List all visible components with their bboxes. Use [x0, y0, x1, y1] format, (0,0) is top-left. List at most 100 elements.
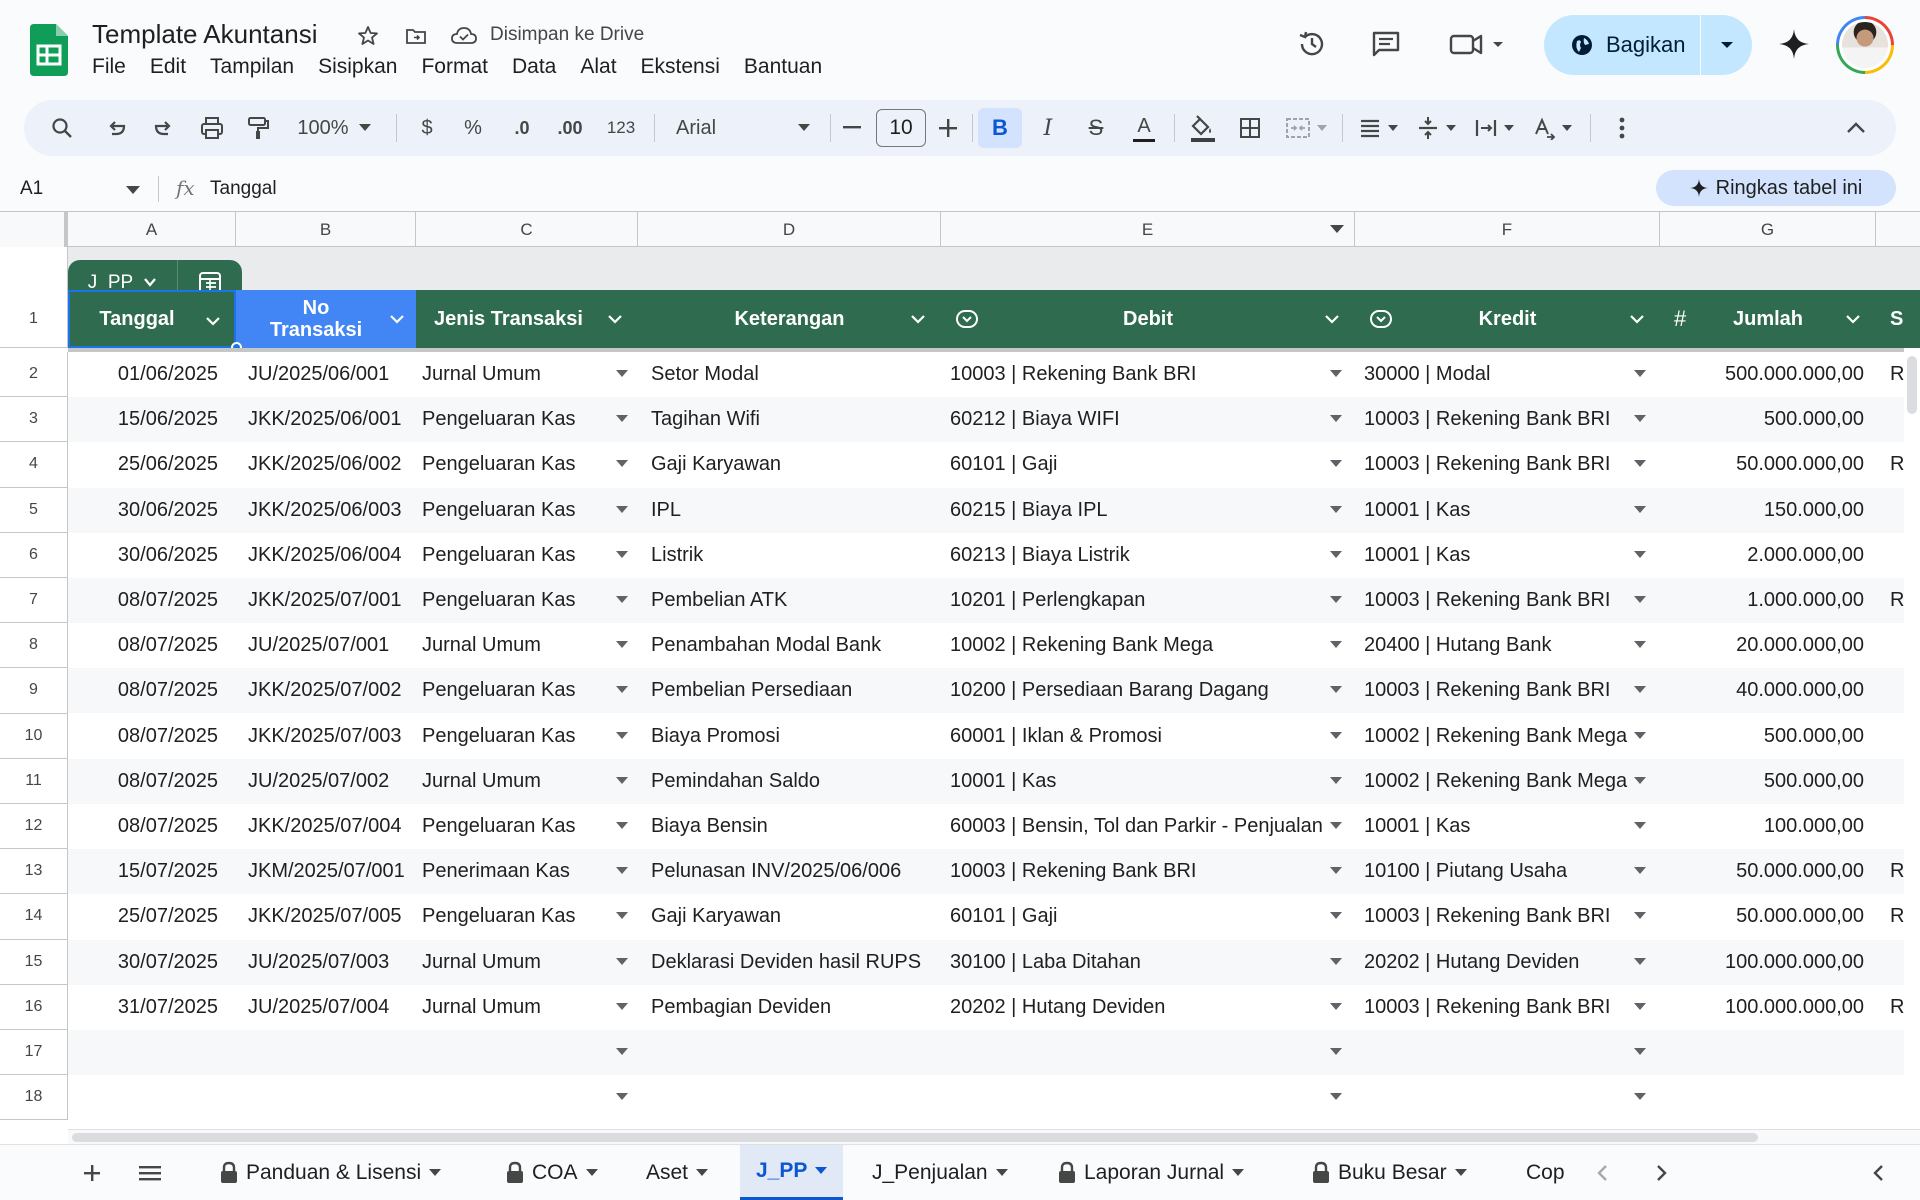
cell-no[interactable]: JKM/2025/07/001 [236, 849, 416, 894]
gemini-sparkle-icon[interactable] [1774, 24, 1814, 64]
row-header[interactable]: 3 [0, 397, 68, 443]
search-menus-icon[interactable] [42, 108, 82, 148]
cell-no[interactable]: JKK/2025/07/003 [236, 714, 416, 759]
cell-debit[interactable]: 10002 | Rekening Bank Mega [941, 623, 1355, 668]
cell-jumlah[interactable]: 20.000.000,00 [1660, 623, 1864, 668]
cell-no[interactable] [236, 1030, 416, 1075]
dropdown-arrow-icon[interactable] [1634, 1048, 1646, 1056]
cell-kredit[interactable]: 10002 | Rekening Bank Mega [1355, 714, 1660, 759]
cell-kredit[interactable] [1355, 1030, 1660, 1075]
cell-debit[interactable]: 60213 | Biaya Listrik [941, 533, 1355, 578]
fill-color-icon[interactable] [1180, 108, 1224, 148]
filter-chevron-icon[interactable] [1844, 310, 1862, 328]
font-size-decrease-icon[interactable] [836, 108, 868, 148]
cell-tgl[interactable]: 08/07/2025 [68, 714, 228, 759]
column-header-b[interactable]: B [236, 212, 416, 247]
cell-ket[interactable]: IPL [638, 488, 941, 533]
cell-jenis[interactable]: Jurnal Umum [416, 759, 638, 804]
menu-file[interactable]: File [92, 55, 138, 79]
cell-ket[interactable]: Listrik [638, 533, 941, 578]
dropdown-arrow-icon[interactable] [616, 641, 628, 649]
dropdown-arrow-icon[interactable] [1634, 460, 1646, 468]
row-header[interactable]: 9 [0, 668, 68, 714]
cell-no[interactable]: JU/2025/07/004 [236, 985, 416, 1030]
cell-debit[interactable]: 60215 | Biaya IPL [941, 488, 1355, 533]
menu-insert[interactable]: Sisipkan [318, 55, 409, 79]
cell-no[interactable]: JKK/2025/06/002 [236, 442, 416, 487]
zoom-select[interactable]: 100% [286, 108, 382, 148]
cell-jenis[interactable]: Pengeluaran Kas [416, 488, 638, 533]
vertical-align-icon[interactable] [1408, 108, 1464, 148]
currency-format-button[interactable]: $ [410, 108, 444, 148]
cell-debit[interactable]: 60101 | Gaji [941, 442, 1355, 487]
dropdown-arrow-icon[interactable] [616, 505, 628, 514]
dropdown-arrow-icon[interactable] [1634, 1002, 1646, 1011]
cell-jumlah[interactable]: 50.000.000,00 [1660, 894, 1864, 939]
dropdown-arrow-icon[interactable] [1634, 1093, 1646, 1101]
cell-jenis[interactable]: Pengeluaran Kas [416, 894, 638, 939]
header-jumlah[interactable]: # Jumlah [1660, 290, 1876, 348]
cell-jenis[interactable]: Pengeluaran Kas [416, 442, 638, 487]
menu-help[interactable]: Bantuan [744, 55, 834, 79]
add-sheet-icon[interactable] [74, 1155, 110, 1191]
move-folder-icon[interactable] [402, 22, 430, 50]
cell-jumlah[interactable]: 500.000,00 [1660, 397, 1864, 442]
undo-icon[interactable] [96, 108, 136, 148]
cell-ket[interactable]: Pelunasan INV/2025/06/006 [638, 849, 941, 894]
more-options-icon[interactable] [1604, 108, 1640, 148]
dropdown-arrow-icon[interactable] [616, 370, 628, 378]
sheet-tab[interactable]: Cop [1510, 1145, 1570, 1200]
dropdown-arrow-icon[interactable] [1634, 370, 1646, 378]
dropdown-arrow-icon[interactable] [1330, 596, 1342, 604]
dropdown-arrow-icon[interactable] [1330, 686, 1342, 694]
scroll-tabs-left-icon[interactable] [1584, 1155, 1620, 1191]
dropdown-arrow-icon[interactable] [1330, 776, 1342, 785]
cell-ket[interactable]: Gaji Karyawan [638, 894, 941, 939]
cell-no[interactable]: JKK/2025/06/001 [236, 397, 416, 442]
cell-ket[interactable]: Penambahan Modal Bank [638, 623, 941, 668]
summarize-table-button[interactable]: Ringkas tabel ini [1656, 170, 1896, 206]
font-size-input[interactable]: 10 [876, 109, 926, 147]
dropdown-arrow-icon[interactable] [1634, 550, 1646, 559]
dropdown-arrow-icon[interactable] [1330, 731, 1342, 740]
horizontal-scroll-thumb[interactable] [72, 1133, 1758, 1142]
cell-no[interactable]: JU/2025/07/001 [236, 623, 416, 668]
cell-tgl[interactable]: 31/07/2025 [68, 985, 228, 1030]
row-header[interactable]: 8 [0, 623, 68, 669]
cell-jumlah[interactable]: 2.000.000,00 [1660, 533, 1864, 578]
column-header-g[interactable]: G [1660, 212, 1876, 247]
all-sheets-icon[interactable] [132, 1155, 168, 1191]
row-header[interactable]: 13 [0, 849, 68, 895]
sheets-logo-icon[interactable] [30, 24, 68, 76]
row-header[interactable]: 12 [0, 804, 68, 850]
dropdown-arrow-icon[interactable] [1634, 867, 1646, 875]
comments-icon[interactable] [1366, 24, 1406, 64]
cell-no[interactable]: JKK/2025/07/001 [236, 578, 416, 623]
row-header[interactable]: 10 [0, 713, 68, 759]
cell-jumlah[interactable]: 100.000.000,00 [1660, 985, 1864, 1030]
cell-jumlah[interactable] [1660, 1030, 1864, 1075]
header-tanggal[interactable]: Tanggal [68, 290, 236, 348]
cell-tgl[interactable]: 08/07/2025 [68, 578, 228, 623]
cell-jenis[interactable]: Pengeluaran Kas [416, 804, 638, 849]
cell-kredit[interactable]: 10002 | Rekening Bank Mega [1355, 759, 1660, 804]
formula-input[interactable]: Tanggal [210, 178, 277, 200]
dropdown-arrow-icon[interactable] [616, 731, 628, 740]
cell-kredit[interactable]: 10100 | Piutang Usaha [1355, 849, 1660, 894]
cell-debit[interactable]: 10003 | Rekening Bank BRI [941, 352, 1355, 397]
cell-tgl[interactable]: 08/07/2025 [68, 623, 228, 668]
cell-tgl[interactable]: 30/06/2025 [68, 533, 228, 578]
cell-ket[interactable]: Pemindahan Saldo [638, 759, 941, 804]
row-header-1[interactable]: 1 [0, 290, 68, 348]
cell-tgl[interactable] [68, 1075, 228, 1120]
dropdown-arrow-icon[interactable] [616, 550, 628, 559]
cell-kredit[interactable]: 20202 | Hutang Deviden [1355, 940, 1660, 985]
font-select[interactable]: Arial [668, 108, 818, 148]
cell-jumlah[interactable]: 1.000.000,00 [1660, 578, 1864, 623]
cell-ket[interactable]: Biaya Bensin [638, 804, 941, 849]
cell-jenis[interactable]: Pengeluaran Kas [416, 668, 638, 713]
horizontal-scrollbar[interactable] [68, 1129, 1920, 1144]
dropdown-arrow-icon[interactable] [1330, 912, 1342, 920]
cell-debit[interactable]: 10001 | Kas [941, 759, 1355, 804]
cell-jenis[interactable]: Jurnal Umum [416, 623, 638, 668]
